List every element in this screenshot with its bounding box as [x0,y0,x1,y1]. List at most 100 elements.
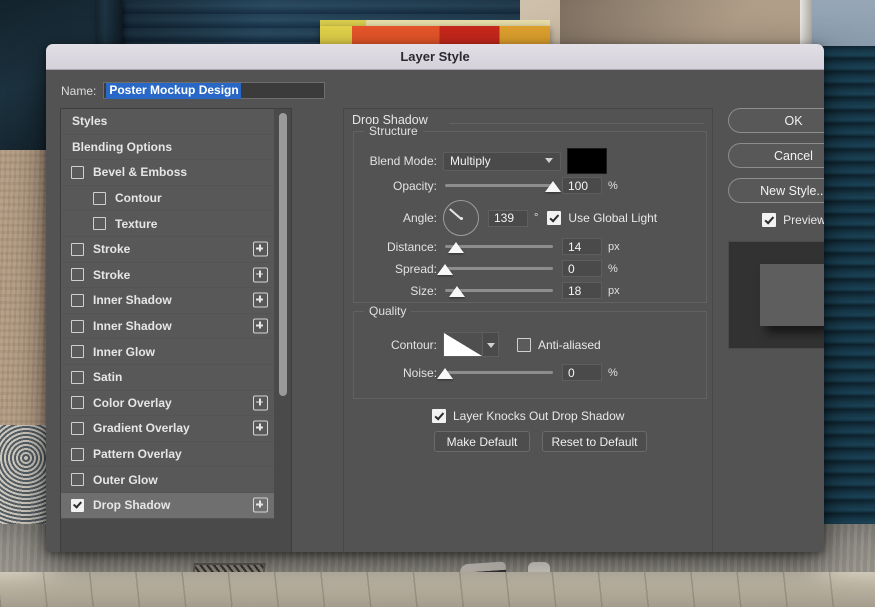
spread-unit: % [608,262,618,275]
style-list-item-inner-glow[interactable]: Inner Glow [61,339,274,365]
style-list-item-label: Blending Options [72,139,172,154]
styles-list: Styles Blending Options Bevel & Emboss Cont… [61,109,274,519]
shadow-color-swatch[interactable] [567,148,607,174]
opacity-slider[interactable] [445,179,561,193]
add-effect-icon[interactable] [253,497,268,513]
layer-knocks-out-checkbox[interactable] [432,409,446,423]
noise-input[interactable]: 0 [562,364,602,381]
spread-slider-knob[interactable] [437,263,453,275]
add-effect-icon[interactable] [253,420,268,436]
style-enable-checkbox[interactable] [71,293,84,307]
spread-value: 0 [568,261,575,276]
style-list-item-contour[interactable]: Contour [61,185,274,212]
size-label: Size: [410,283,437,298]
style-enable-checkbox[interactable] [71,165,84,179]
add-effect-icon[interactable] [253,395,268,411]
spread-slider[interactable] [437,262,553,276]
ok-button[interactable]: OK [728,108,824,133]
style-list-item-gradient-overlay[interactable]: Gradient Overlay [61,416,274,442]
angle-row: Angle: 139 ° Use Global Light [365,200,657,236]
style-enable-checkbox[interactable] [71,396,84,410]
use-global-light-label: Use Global Light [568,211,658,225]
style-enable-checkbox[interactable] [71,242,84,256]
preview-checkbox[interactable] [762,213,777,227]
make-default-label: Make Default [446,434,518,449]
cancel-button[interactable]: Cancel [728,143,824,168]
style-list-item-stroke[interactable]: Stroke [61,236,274,263]
blend-mode-select[interactable]: Multiply [443,151,561,171]
style-list-item-styles[interactable]: Styles [61,109,274,135]
preview-row: Preview [728,213,824,227]
anti-aliased-checkbox[interactable] [517,337,531,352]
section-title-rule [449,123,704,124]
new-style-button[interactable]: New Style... [728,178,824,203]
noise-slider[interactable] [437,366,553,380]
style-list-item-bevel-emboss[interactable]: Bevel & Emboss [61,160,274,186]
layer-name-input[interactable]: Poster Mockup Design [103,82,326,99]
size-slider[interactable] [445,284,553,298]
anti-aliased-label: Anti-aliased [538,337,601,352]
quality-group-label: Quality [364,304,412,318]
style-list-item-color-overlay[interactable]: Color Overlay [61,390,274,417]
style-enable-checkbox[interactable] [93,191,106,205]
add-effect-icon[interactable] [253,241,268,257]
style-enable-checkbox[interactable] [71,498,84,512]
layer-knocks-out-label: Layer Knocks Out Drop Shadow [453,409,625,423]
styles-scrollbar-track[interactable] [276,111,289,552]
styles-scrollbar-thumb[interactable] [279,113,287,396]
style-enable-checkbox[interactable] [71,447,84,461]
distance-input[interactable]: 14 [562,238,602,255]
distance-slider[interactable] [445,240,553,254]
dialog-titlebar[interactable]: Layer Style [46,44,824,70]
opacity-input[interactable]: 100 [562,177,602,194]
style-enable-checkbox[interactable] [71,345,84,359]
size-slider-knob[interactable] [448,285,465,297]
distance-row: Distance: 14 px [365,238,620,255]
style-list-item-outer-glow[interactable]: Outer Glow [61,467,274,493]
add-effect-icon[interactable] [253,318,268,334]
style-list-item-pattern-overlay[interactable]: Pattern Overlay [61,441,274,468]
style-enable-checkbox[interactable] [93,217,106,231]
style-enable-checkbox[interactable] [71,370,84,384]
preview-square [760,264,824,326]
noise-value: 0 [568,365,575,380]
distance-slider-knob[interactable] [447,241,464,253]
style-list-item-drop-shadow[interactable]: Drop Shadow [61,492,274,519]
new-style-label: New Style... [760,183,824,198]
add-effect-icon[interactable] [253,292,268,308]
spread-slider-track [445,266,553,270]
contour-dropdown-button[interactable] [483,332,499,357]
style-list-item-label: Contour [115,191,162,206]
size-input[interactable]: 18 [562,282,602,299]
angle-input[interactable]: 139 [488,209,528,227]
styles-list-panel: Styles Blending Options Bevel & Emboss Cont… [60,108,292,552]
style-enable-checkbox[interactable] [71,473,84,487]
style-list-item-stroke[interactable]: Stroke [61,262,274,289]
style-list-item-texture[interactable]: Texture [61,211,274,237]
noise-slider-knob[interactable] [437,367,453,379]
make-default-button[interactable]: Make Default [434,431,530,452]
use-global-light-checkbox[interactable] [547,211,562,225]
style-list-item-label: Satin [93,370,123,385]
contour-swatch[interactable] [443,332,483,357]
angle-dial[interactable] [443,200,479,236]
chevron-down-icon [545,158,553,163]
noise-label: Noise: [402,365,437,380]
size-row: Size: 18 px [365,282,620,299]
reset-to-default-button[interactable]: Reset to Default [542,431,647,452]
style-list-item-satin[interactable]: Satin [61,364,274,391]
style-list-item-blending-options[interactable]: Blending Options [61,134,274,161]
add-effect-icon[interactable] [253,267,268,283]
style-list-item-inner-shadow[interactable]: Inner Shadow [61,313,274,340]
style-list-item-label: Inner Glow [93,344,156,359]
chevron-down-icon [486,342,495,348]
noise-slider-track [445,370,553,374]
style-enable-checkbox[interactable] [71,319,84,333]
dialog-action-column: OK Cancel New Style... Preview [728,108,824,349]
style-enable-checkbox[interactable] [71,421,84,435]
style-enable-checkbox[interactable] [71,268,84,282]
opacity-label: Opacity: [392,178,437,193]
opacity-slider-knob[interactable] [545,180,561,192]
spread-input[interactable]: 0 [562,260,602,277]
style-list-item-inner-shadow[interactable]: Inner Shadow [61,288,274,314]
